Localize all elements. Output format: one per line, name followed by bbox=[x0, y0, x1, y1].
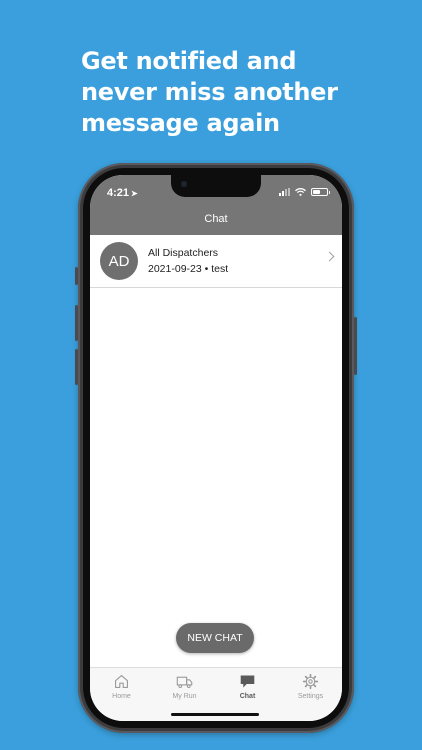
page-title: Chat bbox=[204, 213, 228, 225]
volume-up-button bbox=[75, 305, 78, 341]
battery-icon bbox=[311, 188, 330, 196]
status-time-text: 4:21 bbox=[107, 187, 130, 199]
home-icon bbox=[114, 674, 129, 689]
tab-my-run-label: My Run bbox=[172, 693, 197, 700]
chevron-right-icon bbox=[324, 251, 335, 262]
power-button bbox=[354, 317, 357, 375]
chat-bubble-icon bbox=[240, 675, 255, 688]
chat-last-message: 2021-09-23 • test bbox=[148, 263, 229, 275]
phone-screen: 4:21 ➤ Chat AD All Dispatchers 2021-09-23… bbox=[90, 175, 342, 721]
headline-line-1: Get notified and bbox=[81, 47, 297, 75]
tab-home[interactable]: Home bbox=[90, 668, 153, 721]
tab-settings[interactable]: Settings bbox=[279, 668, 342, 721]
wifi-icon bbox=[295, 188, 306, 196]
status-icons bbox=[279, 188, 330, 196]
gear-icon bbox=[302, 673, 319, 690]
tab-home-label: Home bbox=[112, 693, 131, 700]
camera-icon bbox=[181, 181, 187, 187]
tab-chat-label: Chat bbox=[239, 693, 256, 700]
tab-settings-label: Settings bbox=[297, 693, 324, 700]
headline: Get notified and never miss another mess… bbox=[81, 46, 401, 139]
avatar: AD bbox=[100, 242, 138, 280]
chat-name: All Dispatchers bbox=[148, 247, 219, 259]
new-chat-button[interactable]: NEW CHAT bbox=[176, 623, 254, 653]
volume-down-button bbox=[75, 349, 78, 385]
phone-frame: 4:21 ➤ Chat AD All Dispatchers 2021-09-23… bbox=[75, 163, 357, 733]
truck-icon bbox=[176, 676, 193, 689]
mute-switch bbox=[75, 267, 78, 285]
headline-line-2: never miss another bbox=[81, 78, 338, 106]
notch bbox=[171, 175, 261, 197]
signal-icon bbox=[279, 188, 290, 196]
location-arrow-icon: ➤ bbox=[131, 189, 138, 198]
headline-line-3: message again bbox=[81, 109, 280, 137]
home-indicator bbox=[171, 713, 259, 716]
chat-list-item[interactable]: AD All Dispatchers 2021-09-23 • test bbox=[90, 235, 342, 288]
status-time: 4:21 ➤ bbox=[107, 187, 138, 199]
